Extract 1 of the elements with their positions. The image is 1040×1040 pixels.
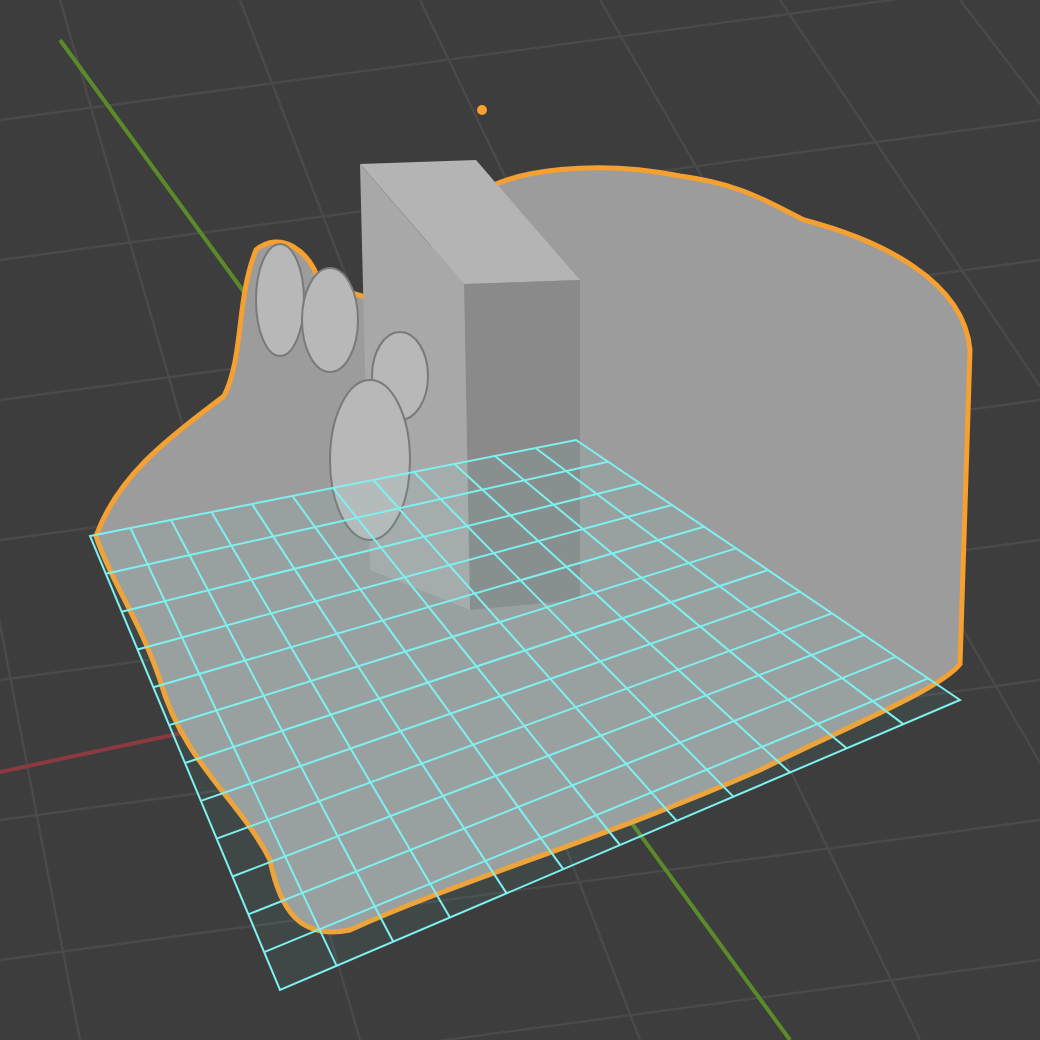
origin-dot (477, 105, 487, 115)
